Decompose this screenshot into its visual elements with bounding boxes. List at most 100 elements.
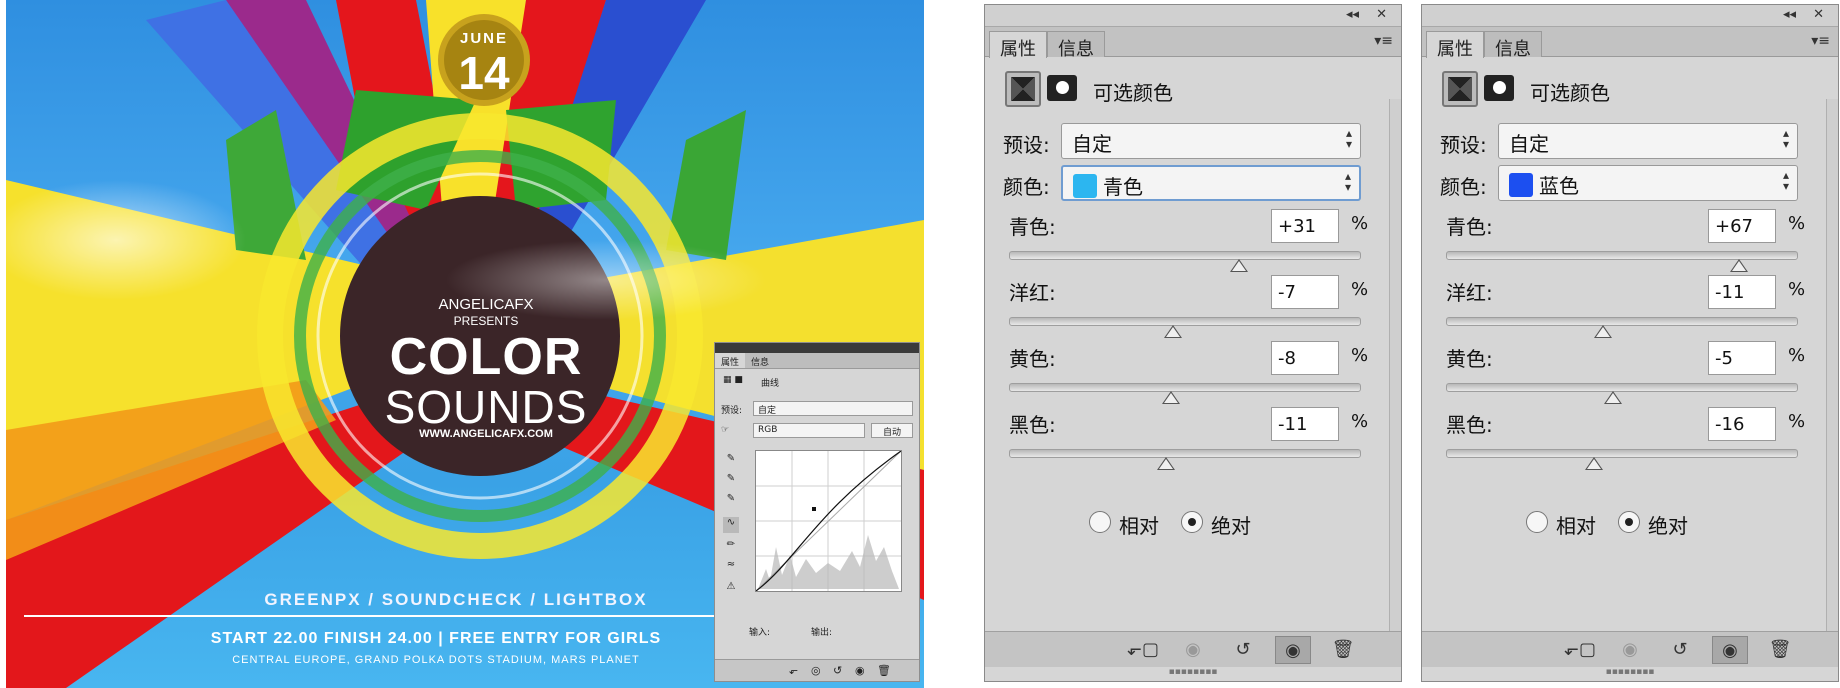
- poster-title-line2: SOUNDS: [384, 381, 588, 433]
- curves-properties-panel: 属性 信息 ▦ ■ 曲线 预设: 自定 ☞ RGB 自动 ✎ ✎ ✎ ∿ ✏ ≈…: [714, 342, 920, 682]
- slider-track-cyan[interactable]: [1009, 251, 1361, 272]
- tab-properties[interactable]: 属性: [989, 31, 1047, 60]
- curves-graph[interactable]: [755, 450, 902, 592]
- preset-select[interactable]: 自定 ▴ ▾: [1498, 123, 1798, 159]
- view-previous-icon[interactable]: ◉: [1612, 636, 1648, 664]
- slider-thumb-black[interactable]: [1156, 457, 1175, 470]
- eyedropper-gray-icon[interactable]: ✎: [723, 473, 739, 489]
- selective-color-panel-cyan: ◂◂ ✕ 属性 信息 ▾≡ 可选颜色 预设: 自定 ▴ ▾ 颜色: 青色 ▴ ▾ 青…: [984, 4, 1402, 682]
- slider-thumb-magenta[interactable]: [1593, 325, 1612, 338]
- reset-icon[interactable]: ↺: [1225, 636, 1261, 664]
- collapse-icon[interactable]: ◂◂: [1346, 7, 1359, 22]
- tab-properties[interactable]: 属性: [1426, 31, 1484, 60]
- visibility-eye-icon[interactable]: ◉: [1275, 636, 1311, 664]
- slider-label-black: 黑色:: [1446, 413, 1493, 437]
- panel-resize-grip[interactable]: ▪▪▪▪▪▪▪▪: [985, 667, 1401, 681]
- visibility-eye-icon[interactable]: ◉: [1712, 636, 1748, 664]
- clip-to-layer-icon[interactable]: ⬐: [789, 664, 798, 677]
- trash-icon[interactable]: 🗑: [1325, 636, 1361, 664]
- on-image-adjust-icon[interactable]: ☞: [721, 425, 729, 435]
- slider-value-black[interactable]: -11: [1271, 407, 1339, 441]
- layer-mask-icon[interactable]: [1047, 75, 1077, 101]
- panel-resize-grip[interactable]: ▪▪▪▪▪▪▪▪: [1422, 667, 1838, 681]
- slider-label-cyan: 青色:: [1009, 215, 1056, 239]
- slider-track-magenta[interactable]: [1009, 317, 1361, 338]
- poster-date-day: 14: [458, 47, 510, 99]
- tab-info[interactable]: 信息: [745, 353, 775, 368]
- eyedropper-black-icon[interactable]: ✎: [723, 453, 739, 469]
- color-select[interactable]: 蓝色 ▴ ▾: [1498, 165, 1798, 201]
- slider-thumb-magenta[interactable]: [1163, 325, 1182, 338]
- selective-color-icon: [1005, 71, 1041, 107]
- curves-adjustment-icon: ▦ ■: [723, 375, 743, 385]
- radio-absolute[interactable]: [1618, 511, 1640, 533]
- curve-point-tool-icon[interactable]: ∿: [723, 517, 739, 533]
- auto-button[interactable]: 自动: [871, 423, 913, 438]
- radio-relative[interactable]: [1089, 511, 1111, 533]
- slider-thumb-yellow[interactable]: [1162, 391, 1180, 404]
- slider-thumb-cyan[interactable]: [1730, 259, 1749, 272]
- slider-unit-cyan: %: [1351, 213, 1369, 234]
- slider-value-yellow[interactable]: -5: [1708, 341, 1776, 375]
- channel-select[interactable]: RGB: [753, 423, 865, 438]
- slider-track-yellow[interactable]: [1446, 383, 1798, 404]
- slider-track-yellow[interactable]: [1009, 383, 1361, 404]
- eyedropper-white-icon[interactable]: ✎: [723, 493, 739, 509]
- clip-to-layer-icon[interactable]: ⬐▢: [1562, 636, 1598, 664]
- slider-thumb-yellow[interactable]: [1604, 391, 1623, 404]
- mini-panel-titlebar: [715, 343, 919, 353]
- clipping-warning-icon[interactable]: ⚠: [723, 581, 739, 597]
- close-icon[interactable]: ✕: [1813, 7, 1824, 22]
- reset-icon[interactable]: ↺: [1662, 636, 1698, 664]
- radio-absolute[interactable]: [1181, 511, 1203, 533]
- collapse-icon[interactable]: ◂◂: [1783, 7, 1796, 22]
- clip-to-layer-icon[interactable]: ⬐▢: [1125, 636, 1161, 664]
- slider-track-black[interactable]: [1009, 449, 1361, 470]
- panel-titlebar: ◂◂ ✕: [985, 5, 1401, 27]
- pencil-icon[interactable]: ✏: [723, 539, 739, 555]
- slider-thumb-black[interactable]: [1585, 457, 1603, 470]
- tab-info[interactable]: 信息: [1484, 31, 1542, 60]
- slider-track-cyan[interactable]: [1446, 251, 1798, 272]
- panel-scrollbar[interactable]: [1826, 99, 1838, 649]
- smooth-icon[interactable]: ≈: [723, 559, 739, 575]
- layer-mask-icon[interactable]: [1484, 75, 1514, 101]
- panel-menu-icon[interactable]: ▾≡: [1811, 33, 1830, 49]
- slider-thumb-cyan[interactable]: [1230, 259, 1249, 272]
- input-label: 输入:: [749, 628, 771, 638]
- trash-icon[interactable]: 🗑: [1762, 636, 1798, 664]
- slider-unit-magenta: %: [1351, 279, 1369, 300]
- radio-relative-label: 相对: [1119, 514, 1159, 538]
- poster-date-month: JUNE: [459, 30, 508, 47]
- panel-menu-icon[interactable]: ▾≡: [1374, 33, 1393, 49]
- poster-divider: [24, 615, 714, 617]
- select-arrows-icon: ▴ ▾: [1782, 168, 1789, 193]
- view-previous-icon[interactable]: ◎: [811, 664, 821, 677]
- slider-label-cyan: 青色:: [1446, 215, 1493, 239]
- slider-track-magenta[interactable]: [1446, 317, 1798, 338]
- slider-value-cyan[interactable]: +31: [1271, 209, 1339, 243]
- preset-select[interactable]: 自定: [753, 401, 913, 416]
- reset-icon[interactable]: ↺: [833, 664, 842, 677]
- color-select[interactable]: 青色 ▴ ▾: [1061, 165, 1361, 201]
- slider-value-black[interactable]: -16: [1708, 407, 1776, 441]
- radio-relative[interactable]: [1526, 511, 1548, 533]
- slider-value-magenta[interactable]: -11: [1708, 275, 1776, 309]
- poster-website: WWW.ANGELICAFX.COM: [419, 428, 553, 440]
- slider-track-black[interactable]: [1446, 449, 1798, 470]
- preset-select[interactable]: 自定 ▴ ▾: [1061, 123, 1361, 159]
- visibility-eye-icon[interactable]: ◉: [855, 664, 865, 677]
- poster-presents: PRESENTS: [453, 314, 519, 328]
- tab-properties[interactable]: 属性: [715, 353, 746, 368]
- panel-scrollbar[interactable]: [1389, 99, 1401, 649]
- slider-value-yellow[interactable]: -8: [1271, 341, 1339, 375]
- slider-value-cyan[interactable]: +67: [1708, 209, 1776, 243]
- tab-info[interactable]: 信息: [1047, 31, 1105, 60]
- adjustment-name: 可选颜色: [1530, 81, 1610, 105]
- curves-graph-svg: [755, 450, 902, 592]
- view-previous-icon[interactable]: ◉: [1175, 636, 1211, 664]
- color-value: 蓝色: [1539, 174, 1579, 198]
- trash-icon[interactable]: 🗑: [877, 664, 891, 677]
- close-icon[interactable]: ✕: [1376, 7, 1387, 22]
- slider-value-magenta[interactable]: -7: [1271, 275, 1339, 309]
